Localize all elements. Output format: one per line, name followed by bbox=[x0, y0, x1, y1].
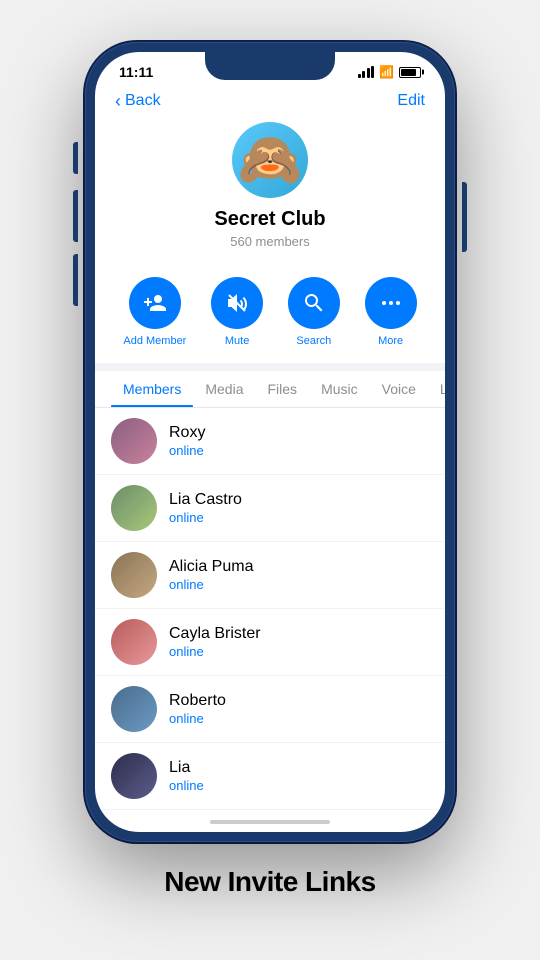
mute-label: Mute bbox=[225, 335, 249, 347]
member-info-alicia-puma: Alicia Puma online bbox=[169, 558, 429, 592]
mute-button[interactable] bbox=[211, 277, 263, 329]
mute-icon bbox=[225, 291, 249, 315]
member-status-cayla-brister: online bbox=[169, 644, 429, 659]
wifi-icon: 📶 bbox=[379, 65, 394, 79]
page-wrapper: 11:11 📶 ‹ B bbox=[0, 0, 540, 960]
member-info-cayla-brister: Cayla Brister online bbox=[169, 625, 429, 659]
member-item-lia[interactable]: Lia online bbox=[95, 743, 445, 810]
member-info-lia-castro: Lia Castro online bbox=[169, 491, 429, 525]
member-info-roxy: Roxy online bbox=[169, 424, 429, 458]
member-name-lia-castro: Lia Castro bbox=[169, 491, 429, 509]
page-headline: New Invite Links bbox=[164, 866, 375, 898]
volume-down-button bbox=[73, 254, 78, 306]
member-avatar-lia-castro bbox=[111, 485, 157, 531]
member-item-roberto[interactable]: Roberto online bbox=[95, 676, 445, 743]
profile-section: 🙈 Secret Club 560 members bbox=[95, 118, 445, 265]
status-icons: 📶 bbox=[358, 65, 421, 79]
tab-members[interactable]: Members bbox=[111, 371, 193, 407]
member-status-lia-castro: online bbox=[169, 510, 429, 525]
member-name-cayla-brister: Cayla Brister bbox=[169, 625, 429, 643]
section-divider bbox=[95, 363, 445, 371]
back-label: Back bbox=[125, 92, 161, 110]
actions-row: Add Member Mute bbox=[95, 265, 445, 363]
member-status-roxy: online bbox=[169, 443, 429, 458]
member-info-lia: Lia online bbox=[169, 759, 429, 793]
member-name-lia: Lia bbox=[169, 759, 429, 777]
power-button bbox=[462, 182, 467, 252]
home-indicator bbox=[95, 812, 445, 832]
silent-button bbox=[73, 142, 78, 174]
nav-bar: ‹ Back Edit bbox=[95, 84, 445, 118]
add-member-icon bbox=[143, 291, 167, 315]
tab-music[interactable]: Music bbox=[309, 371, 370, 407]
search-action[interactable]: Search bbox=[288, 277, 340, 347]
more-action[interactable]: More bbox=[365, 277, 417, 347]
search-button[interactable] bbox=[288, 277, 340, 329]
member-status-roberto: online bbox=[169, 711, 429, 726]
member-avatar-lia bbox=[111, 753, 157, 799]
home-bar bbox=[210, 820, 330, 824]
members-list: Roxy online Lia Castro online Alicia Pum… bbox=[95, 408, 445, 812]
member-status-lia: online bbox=[169, 778, 429, 793]
member-avatar-roxy bbox=[111, 418, 157, 464]
member-avatar-alicia-puma bbox=[111, 552, 157, 598]
tab-voice[interactable]: Voice bbox=[370, 371, 428, 407]
member-item-roxy[interactable]: Roxy online bbox=[95, 408, 445, 475]
member-name-roxy: Roxy bbox=[169, 424, 429, 442]
tab-files[interactable]: Files bbox=[256, 371, 310, 407]
mute-action[interactable]: Mute bbox=[211, 277, 263, 347]
tabs-row: Members Media Files Music Voice Li... bbox=[95, 371, 445, 408]
group-name: Secret Club bbox=[214, 208, 325, 231]
more-button[interactable] bbox=[365, 277, 417, 329]
more-icon bbox=[379, 291, 403, 315]
tab-media[interactable]: Media bbox=[193, 371, 255, 407]
notch bbox=[205, 52, 335, 80]
back-chevron-icon: ‹ bbox=[115, 92, 121, 110]
add-member-label: Add Member bbox=[123, 335, 186, 347]
member-status-alicia-puma: online bbox=[169, 577, 429, 592]
member-info-roberto: Roberto online bbox=[169, 692, 429, 726]
member-avatar-roberto bbox=[111, 686, 157, 732]
edit-button[interactable]: Edit bbox=[397, 92, 425, 110]
member-item-alicia-puma[interactable]: Alicia Puma online bbox=[95, 542, 445, 609]
member-item-lia-castro[interactable]: Lia Castro online bbox=[95, 475, 445, 542]
member-name-alicia-puma: Alicia Puma bbox=[169, 558, 429, 576]
more-label: More bbox=[378, 335, 403, 347]
search-icon bbox=[302, 291, 326, 315]
member-avatar-cayla-brister bbox=[111, 619, 157, 665]
signal-icon bbox=[358, 66, 375, 78]
avatar-emoji: 🙈 bbox=[238, 134, 303, 186]
add-member-button[interactable] bbox=[129, 277, 181, 329]
tab-links[interactable]: Li... bbox=[428, 371, 445, 407]
back-button[interactable]: ‹ Back bbox=[115, 92, 161, 110]
member-name-roberto: Roberto bbox=[169, 692, 429, 710]
group-members-count: 560 members bbox=[230, 234, 309, 249]
search-label: Search bbox=[296, 335, 331, 347]
member-item-cayla-brister[interactable]: Cayla Brister online bbox=[95, 609, 445, 676]
add-member-action[interactable]: Add Member bbox=[123, 277, 186, 347]
volume-up-button bbox=[73, 190, 78, 242]
status-time: 11:11 bbox=[119, 64, 153, 80]
phone-screen: 11:11 📶 ‹ B bbox=[95, 52, 445, 832]
group-avatar: 🙈 bbox=[232, 122, 308, 198]
battery-icon bbox=[399, 67, 421, 78]
phone-frame: 11:11 📶 ‹ B bbox=[85, 42, 455, 842]
